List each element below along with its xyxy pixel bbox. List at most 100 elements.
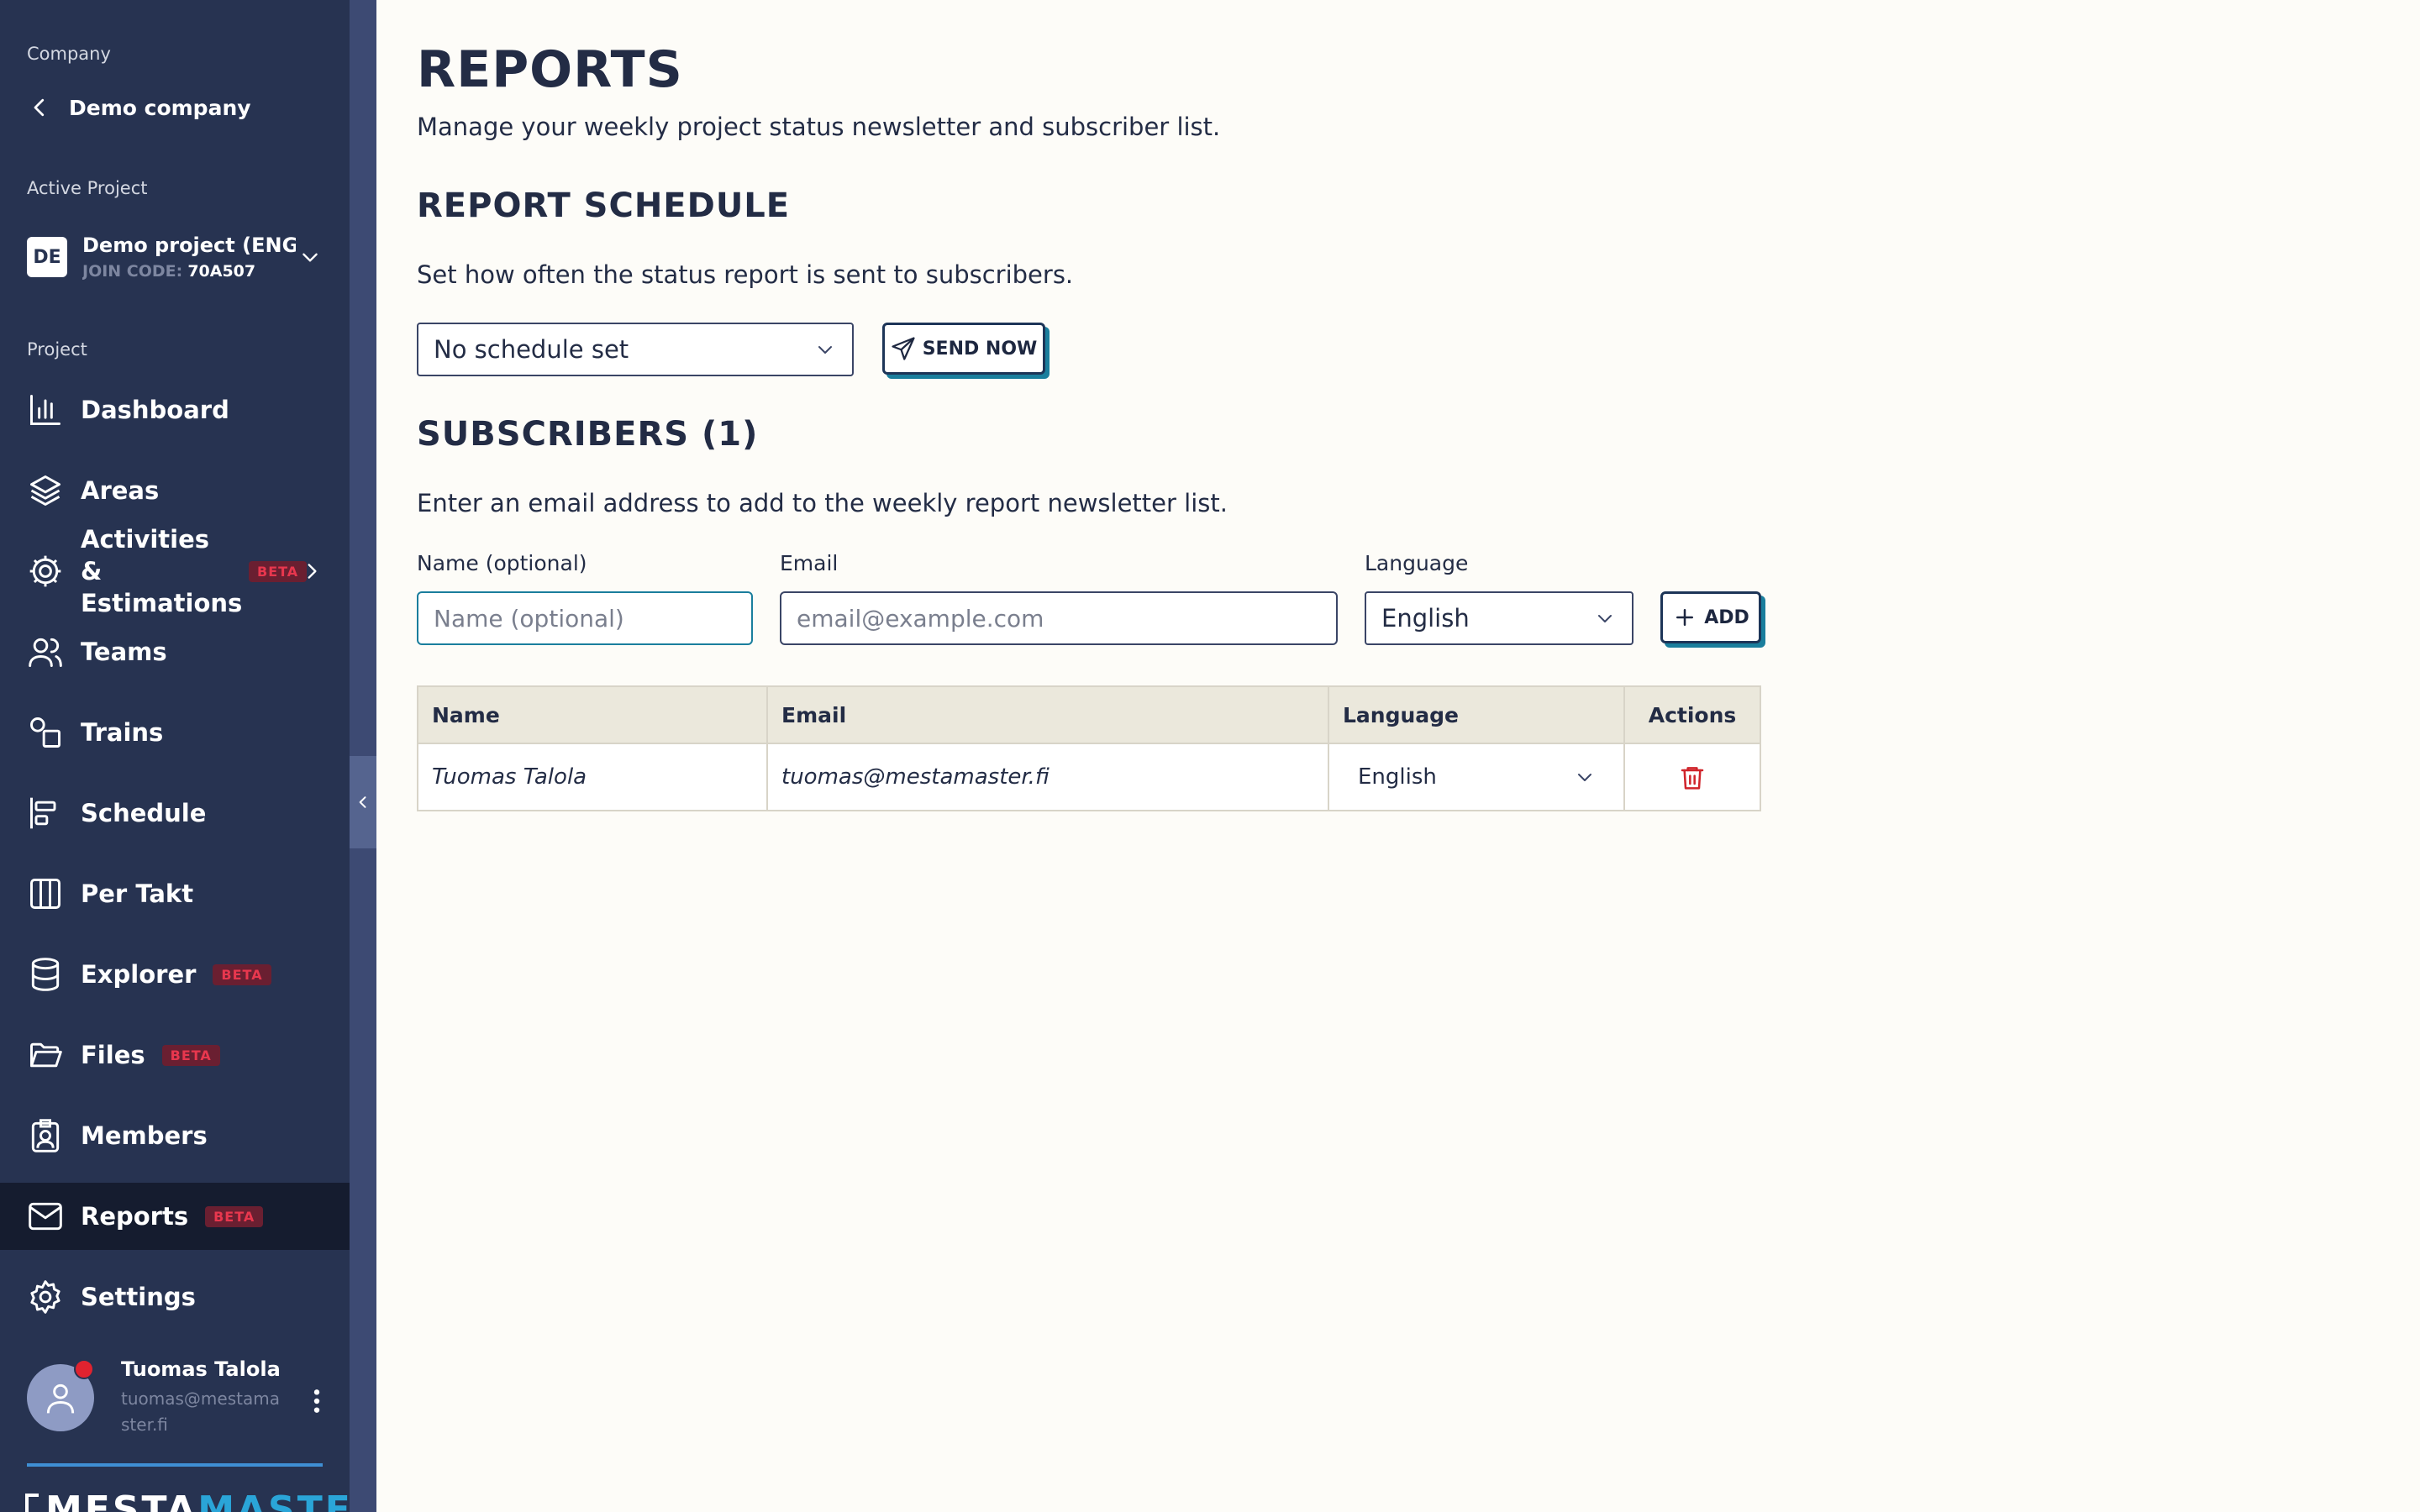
- send-now-button[interactable]: SEND NOW: [882, 323, 1045, 375]
- subscribers-heading: SUBSCRIBERS (1): [417, 415, 759, 454]
- subscriber-actions-cell: [1625, 744, 1760, 810]
- nav-label: Files: [81, 1041, 145, 1069]
- subscribers-description: Enter an email address to add to the wee…: [417, 489, 1228, 517]
- language-select[interactable]: English: [1365, 591, 1634, 645]
- beta-badge: BETA: [249, 560, 308, 582]
- table-header: Name Email Language Actions: [418, 687, 1760, 744]
- name-field-label: Name (optional): [417, 551, 587, 575]
- chevron-down-icon: [1578, 774, 1591, 781]
- column-header-actions: Actions: [1648, 702, 1737, 727]
- subscriber-name: Tuomas Talola: [418, 744, 768, 810]
- gantt-icon: [30, 797, 56, 829]
- user-name: Tuomas Talola: [121, 1357, 281, 1381]
- plus-icon: [1676, 609, 1694, 626]
- nav-label: Areas: [81, 476, 160, 505]
- layers-icon: [30, 475, 60, 506]
- table-row: Tuomas Talola tuomas@mestamaster.fi Engl…: [418, 744, 1760, 810]
- logo: MESTAMASTER: [45, 1488, 350, 1512]
- database-icon: [31, 958, 60, 991]
- subscriber-language-select[interactable]: English: [1343, 752, 1605, 802]
- nav-item-files[interactable]: Files BETA: [0, 1021, 350, 1089]
- project-avatar: DE: [27, 237, 67, 277]
- nav-label: Activities & Estimations: [81, 525, 243, 617]
- report-schedule-heading: REPORT SCHEDULE: [417, 186, 791, 225]
- nav-label: Schedule: [81, 799, 207, 827]
- notification-dot: [74, 1359, 94, 1379]
- subscriber-email: tuomas@mestamaster.fi: [768, 744, 1329, 810]
- nav-item-activities[interactable]: Activities & Estimations BETA: [0, 525, 350, 617]
- beta-badge: BETA: [213, 963, 271, 985]
- nav-item-explorer[interactable]: Explorer BETA: [0, 941, 350, 1008]
- report-schedule-description: Set how often the status report is sent …: [417, 260, 1074, 289]
- id-badge-icon: [31, 1119, 60, 1152]
- sidebar-divider: [27, 1463, 323, 1467]
- logo-part-1: MESTA: [45, 1488, 198, 1512]
- company-section-label: Company: [27, 44, 111, 64]
- page-subtitle: Manage your weekly project status newsle…: [417, 113, 1221, 141]
- column-header-email: Email: [768, 687, 1329, 743]
- nav-label: Dashboard: [81, 396, 229, 424]
- nav-item-schedule[interactable]: Schedule: [0, 780, 350, 847]
- join-code-label: JOIN CODE:: [82, 262, 183, 281]
- nav-item-members[interactable]: Members: [0, 1102, 350, 1169]
- beta-badge: BETA: [205, 1205, 264, 1227]
- send-icon: [892, 337, 915, 360]
- columns-icon: [30, 879, 60, 909]
- user-icon: [46, 1383, 75, 1414]
- logo-mark-icon: [25, 1494, 39, 1512]
- nav-label: Per Takt: [81, 879, 194, 908]
- language-field-label: Language: [1365, 551, 1469, 575]
- chevron-left-icon: [359, 796, 366, 808]
- schedule-select-value: No schedule set: [434, 335, 629, 364]
- chevron-down-icon: [1598, 615, 1612, 622]
- active-project-label: Active Project: [27, 178, 148, 198]
- join-code: 70A507: [187, 262, 256, 281]
- language-select-value: English: [1381, 604, 1470, 633]
- email-field-label: Email: [780, 551, 839, 575]
- nav-label: Reports: [81, 1202, 189, 1231]
- chevron-left-icon: [34, 98, 45, 117]
- nav-label: Trains: [81, 718, 164, 747]
- sidebar: Company Demo company Active Project DE D…: [0, 0, 350, 1512]
- nav-item-trains[interactable]: Trains: [0, 699, 350, 766]
- subscriber-language-cell: English: [1329, 744, 1625, 810]
- trash-icon[interactable]: [1679, 764, 1706, 790]
- add-subscriber-button[interactable]: ADD: [1660, 591, 1761, 643]
- users-icon: [29, 638, 62, 667]
- cog-icon: [29, 555, 61, 587]
- beta-badge: BETA: [161, 1044, 220, 1066]
- collapse-sidebar-button[interactable]: [350, 756, 376, 848]
- bar-chart-icon: [30, 395, 60, 425]
- nav-label: Teams: [81, 638, 167, 666]
- name-input[interactable]: [417, 591, 753, 645]
- nav-item-per-takt[interactable]: Per Takt: [0, 860, 350, 927]
- logo-part-2: MASTER: [197, 1488, 350, 1512]
- nav-item-reports[interactable]: Reports BETA: [0, 1183, 350, 1250]
- project-switcher[interactable]: DE Demo project (ENG) 2 JOIN CODE: 70A50…: [27, 227, 329, 287]
- column-header-name: Name: [418, 687, 768, 743]
- chevron-down-icon: [818, 346, 832, 354]
- user-profile: Tuomas Talola tuomas@mestamaster.fi: [27, 1354, 338, 1438]
- nav-item-settings[interactable]: Settings: [0, 1263, 350, 1331]
- company-back-link[interactable]: Demo company: [27, 91, 251, 124]
- project-section-label: Project: [27, 339, 87, 360]
- user-email: tuomas@mestamaster.fi: [121, 1389, 280, 1435]
- nav-label: Members: [81, 1121, 208, 1150]
- nav-label: Settings: [81, 1283, 196, 1311]
- column-header-language: Language: [1329, 687, 1625, 743]
- email-input[interactable]: [780, 591, 1338, 645]
- subscribers-table: Name Email Language Actions Tuomas Talol…: [417, 685, 1761, 811]
- chevron-right-icon: [308, 564, 317, 579]
- project-name: Demo project (ENG) 2: [82, 234, 296, 257]
- mail-icon: [29, 1202, 62, 1231]
- send-now-label: SEND NOW: [922, 338, 1038, 360]
- kebab-menu-icon[interactable]: [311, 1388, 323, 1415]
- nav-item-teams[interactable]: Teams: [0, 618, 350, 685]
- chevron-down-icon: [302, 253, 318, 262]
- subscriber-language-value: English: [1358, 764, 1437, 790]
- schedule-select[interactable]: No schedule set: [417, 323, 854, 376]
- page-title: REPORTS: [417, 40, 683, 99]
- nav-item-areas[interactable]: Areas: [0, 457, 350, 524]
- nav-item-dashboard[interactable]: Dashboard: [0, 376, 350, 444]
- shapes-icon: [30, 717, 60, 748]
